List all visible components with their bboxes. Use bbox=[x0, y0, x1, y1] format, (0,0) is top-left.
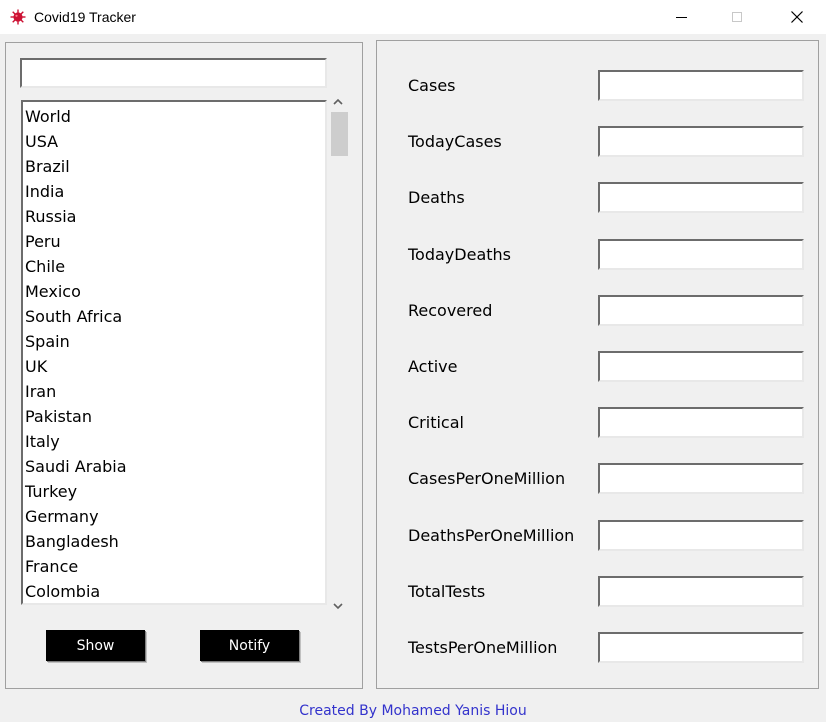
list-item[interactable]: Bangladesh bbox=[25, 529, 119, 554]
list-item[interactable]: India bbox=[25, 179, 64, 204]
list-item[interactable]: USA bbox=[25, 129, 58, 154]
field-value-input[interactable] bbox=[598, 575, 804, 607]
field-value-input[interactable] bbox=[598, 126, 804, 158]
field-label: TodayCases bbox=[408, 132, 502, 152]
list-item[interactable]: World bbox=[25, 104, 71, 129]
credit-footer: Created By Mohamed Yanis Hiou bbox=[299, 703, 527, 719]
field-value-input[interactable] bbox=[598, 519, 804, 551]
show-button[interactable]: Show bbox=[46, 630, 145, 661]
list-item[interactable]: South Africa bbox=[25, 304, 122, 329]
field-value-input[interactable] bbox=[598, 632, 804, 663]
list-item[interactable]: Colombia bbox=[25, 579, 100, 603]
field-value-input[interactable] bbox=[598, 182, 804, 214]
field-label: CasesPerOneMillion bbox=[408, 469, 566, 489]
close-icon bbox=[791, 11, 803, 23]
field-value-input[interactable] bbox=[598, 238, 804, 270]
field-value-input[interactable] bbox=[598, 70, 804, 101]
list-item[interactable]: Iran bbox=[25, 379, 56, 404]
title-bar: Covid19 Tracker bbox=[0, 0, 826, 34]
field-label: TodayDeaths bbox=[408, 244, 511, 264]
field-value-input[interactable] bbox=[598, 351, 804, 382]
field-label: Critical bbox=[408, 413, 464, 433]
list-item[interactable]: Italy bbox=[25, 429, 60, 454]
list-item[interactable]: Turkey bbox=[25, 479, 77, 504]
field-label: TotalTests bbox=[408, 581, 486, 601]
virus-icon bbox=[10, 9, 26, 25]
country-listbox[interactable]: World USA Brazil India Russia Peru Chile Mexico… bbox=[21, 100, 327, 605]
field-value-input[interactable] bbox=[598, 294, 804, 326]
list-item[interactable]: Germany bbox=[25, 504, 99, 529]
minimize-icon bbox=[675, 16, 687, 18]
field-label: DeathsPerOneMillion bbox=[408, 525, 575, 545]
list-item[interactable]: Brazil bbox=[25, 154, 70, 179]
window-title: Covid19 Tracker bbox=[34, 9, 136, 25]
field-value-input[interactable] bbox=[598, 407, 804, 439]
field-value-input[interactable] bbox=[598, 463, 804, 495]
list-item[interactable]: Saudi Arabia bbox=[25, 454, 127, 479]
maximize-icon bbox=[732, 12, 742, 22]
list-item[interactable]: Pakistan bbox=[25, 404, 92, 429]
scroll-down-icon[interactable] bbox=[331, 599, 345, 613]
scroll-up-icon[interactable] bbox=[331, 95, 345, 109]
list-item[interactable]: Russia bbox=[25, 204, 76, 229]
field-label: Active bbox=[408, 357, 458, 376]
field-label: Cases bbox=[408, 76, 456, 95]
close-button[interactable] bbox=[774, 0, 820, 34]
field-label: TestsPerOneMillion bbox=[408, 638, 558, 657]
minimize-button[interactable] bbox=[658, 0, 704, 34]
list-item[interactable]: Peru bbox=[25, 229, 61, 254]
notify-button[interactable]: Notify bbox=[200, 630, 299, 661]
field-label: Deaths bbox=[408, 188, 465, 208]
field-label: Recovered bbox=[408, 300, 493, 320]
list-item[interactable]: France bbox=[25, 554, 78, 579]
list-item[interactable]: Mexico bbox=[25, 279, 81, 304]
list-item[interactable]: Chile bbox=[25, 254, 65, 279]
maximize-button bbox=[714, 0, 760, 34]
listbox-scrollbar[interactable] bbox=[328, 92, 348, 618]
list-item[interactable]: Spain bbox=[25, 329, 70, 354]
scroll-thumb[interactable] bbox=[331, 112, 348, 156]
list-item[interactable]: UK bbox=[25, 354, 47, 379]
search-input[interactable] bbox=[20, 58, 327, 88]
